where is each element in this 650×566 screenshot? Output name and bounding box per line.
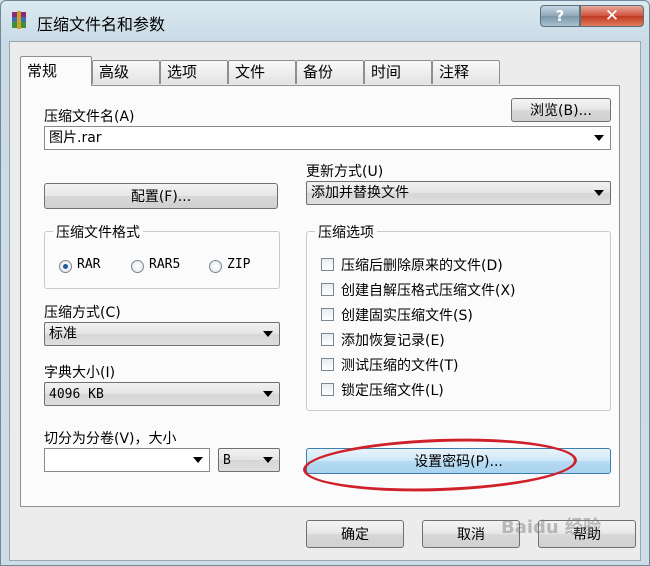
test-checkbox[interactable] bbox=[321, 358, 334, 371]
tab-general[interactable]: 常规 bbox=[20, 56, 92, 86]
update-mode-select[interactable]: 添加并替换文件 bbox=[306, 181, 611, 205]
tab-files[interactable]: 文件 bbox=[228, 60, 296, 84]
dialog-window: 压缩文件名和参数 ? ✕ 常规 高级 选项 文件 备份 时间 注释 压缩文件名(… bbox=[0, 0, 650, 566]
format-rar5-label: RAR5 bbox=[149, 257, 181, 272]
format-group: 压缩文件格式 RAR RAR5 ZIP bbox=[44, 222, 280, 289]
archive-name-value: 图片.rar bbox=[49, 130, 102, 146]
tab-comment[interactable]: 注释 bbox=[432, 60, 500, 84]
ok-button[interactable]: 确定 bbox=[306, 520, 404, 548]
close-button[interactable]: ✕ bbox=[580, 5, 644, 27]
delete-after-label: 压缩后删除原来的文件(D) bbox=[341, 258, 503, 274]
lock-label: 锁定压缩文件(L) bbox=[341, 383, 444, 399]
chevron-down-icon bbox=[263, 391, 273, 397]
test-label: 测试压缩的文件(T) bbox=[341, 358, 459, 374]
method-label: 压缩方式(C) bbox=[44, 305, 121, 321]
chevron-down-icon bbox=[263, 457, 273, 463]
format-zip-radio[interactable] bbox=[209, 260, 222, 273]
chevron-down-icon bbox=[193, 457, 203, 463]
winrar-app-icon bbox=[12, 11, 26, 29]
profiles-button[interactable]: 配置(F)... bbox=[44, 183, 278, 209]
format-rar-radio[interactable] bbox=[59, 260, 72, 273]
format-rar-label: RAR bbox=[77, 257, 101, 272]
tab-backup[interactable]: 备份 bbox=[296, 60, 364, 84]
sfx-label: 创建自解压格式压缩文件(X) bbox=[341, 283, 516, 299]
dict-label: 字典大小(I) bbox=[44, 365, 116, 381]
title-bar[interactable]: 压缩文件名和参数 ? ✕ bbox=[1, 1, 649, 41]
update-mode-value: 添加并替换文件 bbox=[311, 185, 409, 201]
browse-button[interactable]: 浏览(B)... bbox=[511, 98, 611, 122]
split-label: 切分为分卷(V)，大小 bbox=[44, 431, 177, 447]
chevron-down-icon bbox=[594, 190, 604, 196]
chevron-down-icon bbox=[594, 135, 604, 141]
split-size-combo[interactable] bbox=[44, 448, 210, 472]
recovery-label: 添加恢复记录(E) bbox=[341, 333, 445, 349]
watermark: Baidu 经验 bbox=[501, 517, 602, 538]
tab-advanced[interactable]: 高级 bbox=[92, 60, 160, 84]
options-group: 压缩选项 压缩后删除原来的文件(D) 创建自解压格式压缩文件(X) 创建固实压缩… bbox=[306, 222, 611, 411]
format-zip-label: ZIP bbox=[227, 257, 251, 272]
lock-checkbox[interactable] bbox=[321, 383, 334, 396]
split-unit-select[interactable]: B bbox=[218, 448, 280, 472]
sfx-checkbox[interactable] bbox=[321, 283, 334, 296]
dict-value: 4096 KB bbox=[49, 387, 104, 402]
solid-label: 创建固实压缩文件(S) bbox=[341, 308, 473, 324]
archive-name-label: 压缩文件名(A) bbox=[44, 109, 135, 125]
help-title-button[interactable]: ? bbox=[540, 5, 580, 27]
tab-time[interactable]: 时间 bbox=[364, 60, 432, 84]
update-mode-label: 更新方式(U) bbox=[306, 164, 384, 180]
solid-checkbox[interactable] bbox=[321, 308, 334, 321]
method-value: 标准 bbox=[49, 326, 77, 342]
recovery-checkbox[interactable] bbox=[321, 333, 334, 346]
window-title: 压缩文件名和参数 bbox=[37, 15, 166, 34]
format-rar5-radio[interactable] bbox=[131, 260, 144, 273]
archive-name-combo[interactable]: 图片.rar bbox=[44, 126, 611, 150]
chevron-down-icon bbox=[263, 331, 273, 337]
format-group-title: 压缩文件格式 bbox=[53, 222, 143, 242]
method-select[interactable]: 标准 bbox=[44, 322, 280, 346]
options-group-title: 压缩选项 bbox=[315, 222, 377, 242]
tab-options[interactable]: 选项 bbox=[160, 60, 228, 84]
dict-select[interactable]: 4096 KB bbox=[44, 382, 280, 406]
delete-after-checkbox[interactable] bbox=[321, 258, 334, 271]
split-unit-value: B bbox=[223, 453, 231, 468]
